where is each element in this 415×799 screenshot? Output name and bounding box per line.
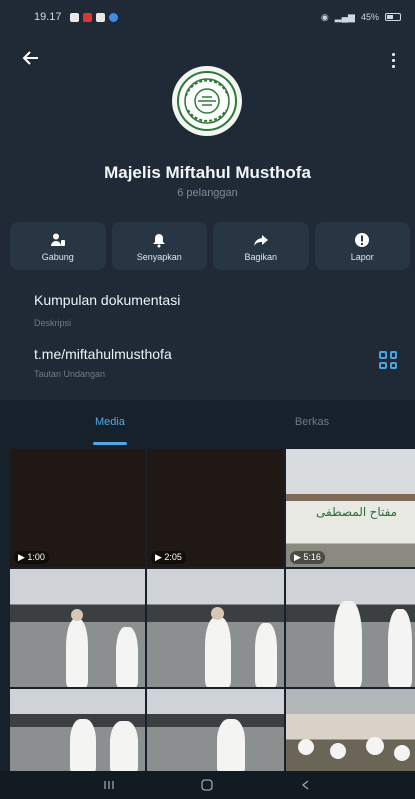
mute-label: Senyapkan bbox=[136, 251, 182, 262]
channel-profile-screen: 19.17 ◉ ▂▄▆ 45% Majelis Miftahul Musthof… bbox=[0, 0, 415, 799]
alert-icon bbox=[353, 231, 371, 249]
person-figure bbox=[116, 627, 138, 687]
join-label: Gabung bbox=[41, 251, 74, 262]
media-grid: ▶ 1:00 ▶ 2:05 مفتاح المصطفى ▶ 5:16 bbox=[10, 449, 415, 773]
video-duration: ▶ 2:05 bbox=[151, 551, 186, 564]
share-label: Bagikan bbox=[244, 251, 278, 262]
person-head bbox=[394, 745, 410, 761]
media-tile-video[interactable]: ▶ 1:00 bbox=[10, 449, 145, 567]
invite-link-label: Tautan Undangan bbox=[34, 369, 106, 379]
person-head bbox=[298, 739, 314, 755]
channel-name: Majelis Miftahul Musthofa bbox=[104, 163, 311, 182]
active-tab-indicator bbox=[93, 442, 127, 445]
subscriber-count: 6 pelanggan bbox=[177, 187, 238, 199]
back-arrow-icon[interactable] bbox=[22, 46, 50, 74]
description-text: Kumpulan dokumentasi bbox=[34, 292, 181, 308]
qr-code-icon[interactable] bbox=[379, 351, 397, 369]
media-tile-video[interactable]: ▶ 2:05 bbox=[147, 449, 284, 567]
media-tile-video[interactable]: مفتاح المصطفى ▶ 5:16 bbox=[286, 449, 415, 567]
app-notification-icon bbox=[82, 12, 92, 22]
message-icon bbox=[95, 12, 105, 22]
person-head bbox=[366, 737, 384, 755]
back-nav-icon[interactable] bbox=[299, 778, 313, 792]
person-figure bbox=[70, 719, 96, 773]
tab-files[interactable]: Berkas bbox=[282, 416, 342, 428]
person-head bbox=[330, 743, 346, 759]
person-figure bbox=[388, 609, 412, 687]
description-label: Deskripsi bbox=[34, 318, 72, 328]
join-button[interactable]: Gabung bbox=[10, 222, 106, 270]
recent-apps-icon[interactable] bbox=[102, 778, 116, 792]
media-tile-photo[interactable] bbox=[286, 689, 415, 773]
mute-button[interactable]: Senyapkan bbox=[111, 222, 207, 270]
notification-icon bbox=[69, 12, 79, 22]
person-head bbox=[71, 609, 83, 621]
status-time: 19.17 bbox=[34, 11, 62, 23]
person-head bbox=[211, 607, 224, 620]
video-duration: ▶ 1:00 bbox=[14, 551, 49, 564]
share-button[interactable]: Bagikan bbox=[213, 222, 309, 270]
media-tile-photo[interactable] bbox=[147, 689, 284, 773]
share-icon bbox=[252, 231, 270, 249]
person-figure bbox=[217, 719, 245, 773]
person-figure bbox=[334, 601, 362, 687]
media-tile-photo[interactable] bbox=[147, 569, 284, 687]
person-figure bbox=[205, 617, 231, 687]
channel-avatar[interactable] bbox=[172, 66, 242, 136]
media-tile-photo[interactable] bbox=[10, 689, 145, 773]
video-duration: ▶ 5:16 bbox=[290, 551, 325, 564]
system-navigation-bar bbox=[0, 771, 415, 799]
bell-icon bbox=[150, 231, 168, 249]
wifi-icon: ◉ bbox=[320, 11, 329, 22]
battery-icon bbox=[385, 13, 401, 21]
report-button[interactable]: Lapor bbox=[314, 222, 410, 270]
media-tile-photo[interactable] bbox=[286, 569, 415, 687]
more-options-icon[interactable] bbox=[383, 46, 403, 74]
home-icon[interactable] bbox=[200, 778, 214, 792]
person-figure bbox=[255, 623, 277, 687]
battery-level: 45% bbox=[360, 12, 379, 22]
mosque-sign: مفتاح المصطفى bbox=[316, 505, 398, 519]
person-figure bbox=[66, 619, 88, 687]
report-label: Lapor bbox=[350, 251, 374, 262]
status-bar: 19.17 ◉ ▂▄▆ 45% bbox=[0, 0, 415, 34]
media-tile-photo[interactable] bbox=[10, 569, 145, 687]
person-figure bbox=[110, 721, 138, 773]
seal-logo-icon bbox=[177, 71, 237, 131]
facebook-icon bbox=[108, 12, 118, 22]
tab-media[interactable]: Media bbox=[80, 416, 140, 428]
status-right: ◉ ▂▄▆ 45% bbox=[321, 12, 401, 23]
action-buttons: Gabung Senyapkan Bagikan Lapor bbox=[10, 222, 410, 270]
tab-bar bbox=[0, 400, 415, 448]
signal-icon: ▂▄▆ bbox=[334, 11, 355, 22]
invite-link[interactable]: t.me/miftahulmusthofa bbox=[34, 346, 172, 362]
header-background bbox=[0, 0, 415, 400]
join-icon bbox=[49, 231, 67, 249]
